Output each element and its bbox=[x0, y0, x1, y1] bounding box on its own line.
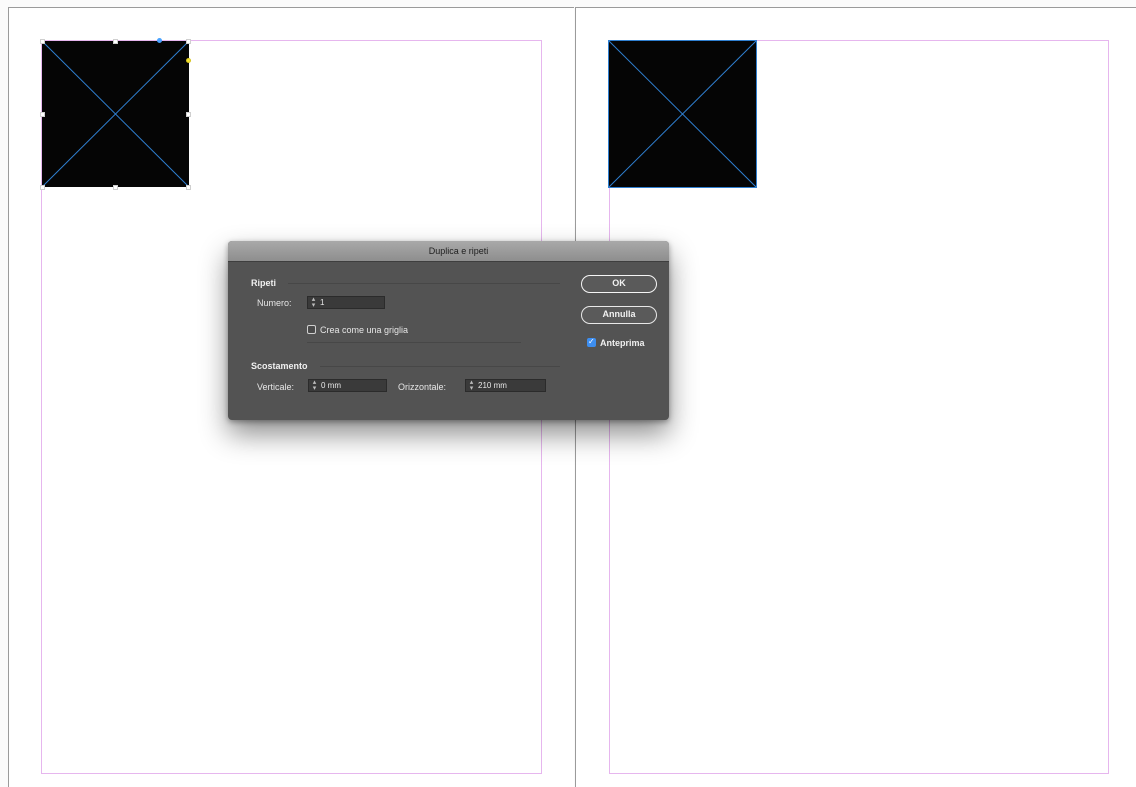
count-stepper[interactable]: ▴ ▾ bbox=[309, 296, 318, 309]
duplicate-graphic-frame[interactable] bbox=[608, 40, 757, 188]
vertical-stepper[interactable]: ▴ ▾ bbox=[310, 379, 319, 392]
repeat-section-separator bbox=[288, 283, 560, 284]
cancel-button[interactable]: Annulla bbox=[581, 306, 657, 324]
count-label: Numero: bbox=[257, 298, 292, 308]
duplicate-repeat-dialog: Duplica e ripeti Ripeti Numero: ▴ ▾ 1 Cre… bbox=[228, 241, 669, 420]
horizontal-value: 210 mm bbox=[478, 381, 507, 390]
vertical-value: 0 mm bbox=[321, 381, 341, 390]
grid-checkbox[interactable] bbox=[307, 325, 316, 334]
horizontal-label: Orizzontale: bbox=[398, 382, 447, 392]
vertical-field[interactable]: ▴ ▾ 0 mm bbox=[308, 379, 387, 392]
offset-section-separator bbox=[320, 366, 560, 367]
duplicate-frame-cross-lines bbox=[609, 41, 756, 187]
count-field[interactable]: ▴ ▾ 1 bbox=[307, 296, 385, 309]
grid-separator bbox=[307, 342, 521, 343]
preview-checkbox-label[interactable]: Anteprima bbox=[600, 338, 645, 348]
selection-anchor-point[interactable] bbox=[157, 38, 162, 43]
selected-graphic-frame[interactable] bbox=[42, 41, 189, 187]
resize-handle-middle-right[interactable] bbox=[186, 112, 191, 117]
resize-handle-top-right[interactable] bbox=[186, 39, 191, 44]
frame-cross-lines bbox=[42, 41, 189, 187]
grid-checkbox-label[interactable]: Crea come una griglia bbox=[320, 325, 408, 335]
corner-options-handle[interactable] bbox=[186, 58, 191, 63]
resize-handle-bottom-middle[interactable] bbox=[113, 185, 118, 190]
resize-handle-middle-left[interactable] bbox=[40, 112, 45, 117]
offset-section-heading: Scostamento bbox=[251, 361, 308, 371]
resize-handle-top-middle[interactable] bbox=[113, 39, 118, 44]
count-value: 1 bbox=[320, 298, 325, 307]
resize-handle-top-left[interactable] bbox=[40, 39, 45, 44]
vertical-label: Verticale: bbox=[257, 382, 295, 392]
preview-checkbox[interactable] bbox=[587, 337, 596, 347]
dialog-titlebar[interactable]: Duplica e ripeti bbox=[228, 241, 669, 262]
resize-handle-bottom-right[interactable] bbox=[186, 185, 191, 190]
horizontal-field[interactable]: ▴ ▾ 210 mm bbox=[465, 379, 546, 392]
horizontal-stepper[interactable]: ▴ ▾ bbox=[467, 379, 476, 392]
ok-button[interactable]: OK bbox=[581, 275, 657, 293]
dialog-title: Duplica e ripeti bbox=[428, 246, 489, 256]
resize-handle-bottom-left[interactable] bbox=[40, 185, 45, 190]
repeat-section-heading: Ripeti bbox=[251, 278, 277, 288]
